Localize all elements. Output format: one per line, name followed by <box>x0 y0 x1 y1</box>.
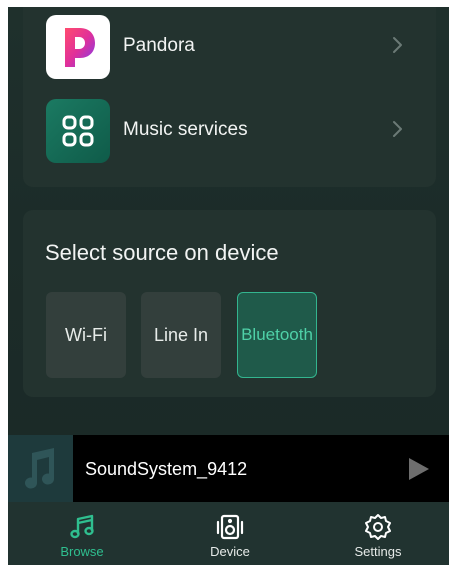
album-art <box>8 435 73 502</box>
tab-label: Browse <box>60 544 104 559</box>
chevron-right-icon <box>393 37 402 53</box>
source-line-in-button[interactable]: Line In <box>141 292 221 378</box>
source-wifi-button[interactable]: Wi-Fi <box>46 292 126 378</box>
services-card: Pandora Music services <box>23 7 436 187</box>
service-row-pandora[interactable]: Pandora <box>23 15 436 81</box>
bottom-tab-bar: Browse Device Settings <box>8 502 449 565</box>
track-title: SoundSystem_9412 <box>85 459 248 479</box>
play-icon[interactable] <box>407 456 431 482</box>
tab-settings[interactable]: Settings <box>318 502 438 565</box>
app-screen: Pandora Music services Select source on … <box>8 7 449 565</box>
music-note-icon <box>70 514 94 539</box>
speaker-icon <box>216 514 244 540</box>
source-card: Select source on device Wi-Fi Line In Bl… <box>23 210 436 397</box>
tab-device[interactable]: Device <box>170 502 290 565</box>
service-label: Pandora <box>123 35 195 56</box>
grid-services-icon <box>46 99 110 163</box>
tab-label: Settings <box>354 544 402 559</box>
service-row-music-services[interactable]: Music services <box>23 99 436 165</box>
tab-browse[interactable]: Browse <box>22 502 142 565</box>
chevron-right-icon <box>393 121 402 137</box>
source-title: Select source on device <box>45 240 279 265</box>
now-playing-bar[interactable]: SoundSystem_9412 <box>8 435 449 502</box>
music-note-icon <box>25 448 55 489</box>
source-bluetooth-button[interactable]: Bluetooth <box>237 292 317 378</box>
pandora-logo-icon <box>46 15 110 79</box>
service-label: Music services <box>123 119 248 140</box>
gear-icon <box>365 514 391 540</box>
tab-label: Device <box>210 544 250 559</box>
